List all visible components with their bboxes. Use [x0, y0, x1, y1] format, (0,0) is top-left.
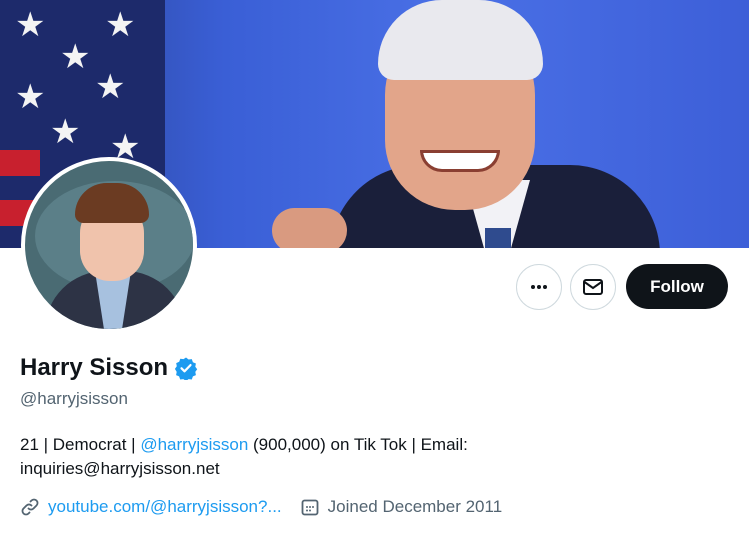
flag-stripe [0, 150, 40, 176]
bio-email: inquiries@harryjsisson.net [20, 459, 220, 478]
joined-text: Joined December 2011 [327, 497, 503, 516]
profile-meta: youtube.com/@harryjsisson?... Joined Dec… [20, 497, 502, 517]
mail-icon [583, 279, 603, 295]
bio-mention-link[interactable]: @harryjsisson [140, 435, 248, 454]
banner-hair [378, 0, 543, 80]
website-link-text[interactable]: youtube.com/@harryjsisson?... [48, 497, 282, 517]
banner-person [270, 0, 670, 248]
more-button[interactable] [516, 264, 562, 310]
joined-date: Joined December 2011 [300, 497, 503, 517]
calendar-icon [300, 497, 320, 517]
link-icon [20, 497, 40, 517]
banner-tie [485, 228, 511, 248]
banner-fist [272, 208, 347, 248]
bio-text: (900,000) on Tik Tok | Email: [248, 435, 468, 454]
display-name: Harry Sisson [20, 354, 169, 381]
flag-star: ★ [15, 6, 46, 44]
username: @harryjsisson [20, 389, 128, 408]
follow-button[interactable]: Follow [626, 264, 728, 309]
name-row: Harry Sisson [20, 354, 198, 382]
bio-text: 21 | Democrat | [20, 435, 141, 454]
flag-star: ★ [60, 38, 91, 76]
message-button[interactable] [570, 264, 616, 310]
verified-badge-icon[interactable] [174, 356, 198, 380]
flag-star: ★ [105, 6, 136, 44]
banner-smile [420, 150, 500, 172]
flag-star: ★ [95, 68, 126, 106]
flag-star: ★ [15, 78, 46, 116]
website-link[interactable]: youtube.com/@harryjsisson?... [20, 497, 282, 517]
bio: 21 | Democrat | @harryjsisson (900,000) … [20, 433, 720, 481]
flag-star: ★ [50, 113, 81, 151]
more-icon [531, 285, 547, 289]
avatar[interactable] [21, 157, 197, 333]
